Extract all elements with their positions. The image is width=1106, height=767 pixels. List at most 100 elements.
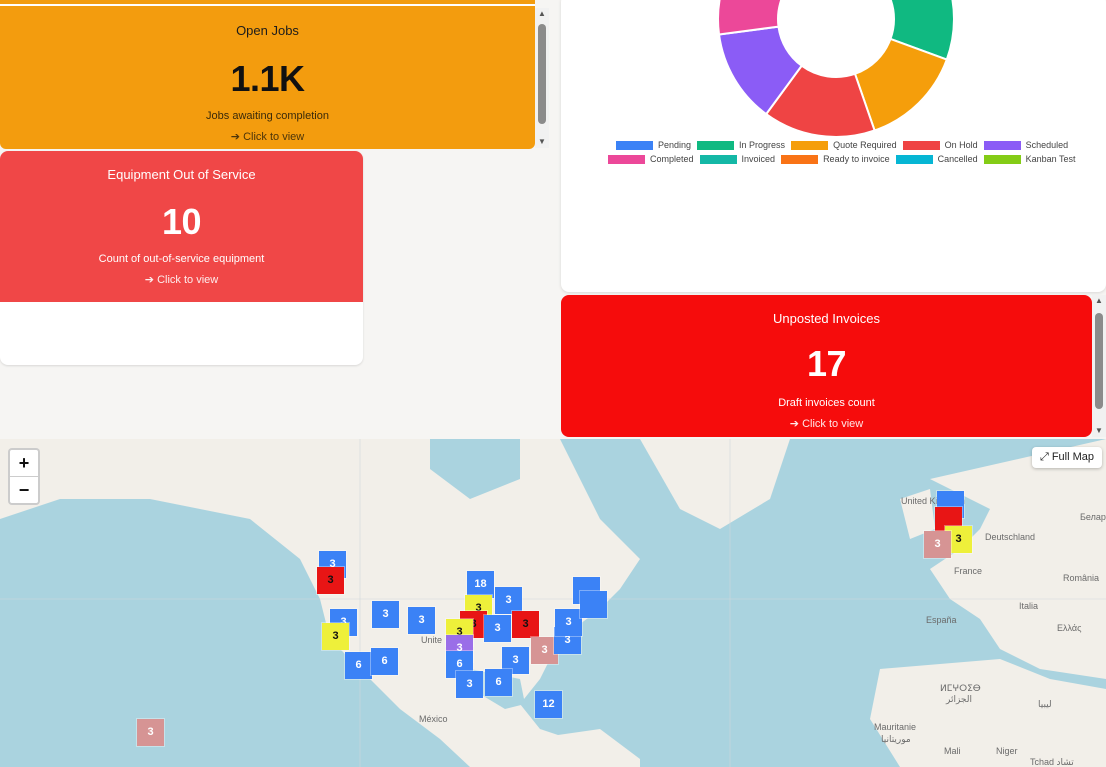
map-label: ⵍⵎⵖⵔⵉⴱ bbox=[940, 683, 981, 693]
open-jobs-link[interactable]: ➔ Click to view bbox=[0, 130, 535, 143]
equipment-card[interactable]: Equipment Out of Service 10 Count of out… bbox=[0, 151, 363, 302]
legend-item-pending[interactable]: Pending bbox=[616, 140, 691, 150]
legend-label: Scheduled bbox=[1025, 140, 1069, 150]
equipment-subtitle: Count of out-of-service equipment bbox=[98, 253, 265, 265]
legend-swatch bbox=[616, 140, 653, 150]
legend-label: Completed bbox=[650, 154, 694, 164]
legend-label: Invoiced bbox=[741, 154, 776, 164]
map-marker[interactable]: 3 bbox=[512, 611, 539, 638]
scrollbar-thumb[interactable] bbox=[1095, 313, 1103, 409]
legend-item-completed[interactable]: Completed bbox=[608, 154, 694, 164]
map-label: España bbox=[926, 615, 957, 625]
job-status-donut-chart bbox=[717, 0, 955, 138]
map-marker[interactable]: 3 bbox=[408, 607, 435, 634]
zoom-in-button[interactable]: + bbox=[10, 450, 38, 477]
map-marker[interactable]: 6 bbox=[485, 669, 512, 696]
jobs-map[interactable]: United Kingdom Deutschland France Români… bbox=[0, 439, 1106, 767]
legend-item-quote-required[interactable]: Quote Required bbox=[791, 140, 897, 150]
equipment-link[interactable]: ➔ Click to view bbox=[0, 273, 363, 286]
open-jobs-value: 1.1K bbox=[230, 58, 305, 99]
legend-swatch bbox=[781, 154, 819, 164]
map-marker[interactable] bbox=[580, 591, 607, 618]
arrow-right-icon: ➔ bbox=[144, 274, 158, 286]
map-marker[interactable]: 3 bbox=[372, 601, 399, 628]
legend-label: On Hold bbox=[944, 140, 978, 150]
full-map-label: Full Map bbox=[1051, 451, 1094, 463]
map-marker[interactable]: 3 bbox=[484, 615, 511, 642]
map-marker[interactable]: 18 bbox=[467, 571, 494, 598]
legend-label: Cancelled bbox=[937, 154, 978, 164]
legend-item-scheduled[interactable]: Scheduled bbox=[983, 140, 1069, 150]
legend-label: Quote Required bbox=[833, 140, 897, 150]
open-jobs-card[interactable]: Open Jobs 1.1K Jobs awaiting completion … bbox=[0, 6, 535, 149]
map-label: Italia bbox=[1019, 601, 1039, 611]
equipment-link-label: Click to view bbox=[157, 274, 219, 286]
unposted-subtitle: Draft invoices count bbox=[778, 397, 875, 409]
map-marker[interactable]: 3 bbox=[924, 531, 951, 558]
open-jobs-title: Open Jobs bbox=[236, 23, 299, 38]
scroll-up-icon[interactable]: ▲ bbox=[1092, 295, 1106, 307]
map-label: France bbox=[954, 566, 983, 576]
arrow-right-icon: ➔ bbox=[789, 418, 803, 430]
scrollbar-thumb[interactable] bbox=[538, 24, 546, 124]
map-marker[interactable]: 3 bbox=[456, 671, 483, 698]
map-label: Беларусь bbox=[1080, 512, 1106, 522]
legend-swatch bbox=[983, 140, 1021, 150]
legend-swatch bbox=[699, 154, 737, 164]
map-label: Niger bbox=[996, 746, 1018, 756]
legend-item-kanban-test[interactable]: Kanban Test bbox=[983, 154, 1076, 164]
unposted-value: 17 bbox=[806, 343, 847, 384]
legend-label: Ready to invoice bbox=[823, 154, 890, 164]
map-label: Unite bbox=[421, 635, 443, 645]
map-marker[interactable]: 3 bbox=[322, 623, 349, 650]
map-label: الجزائر bbox=[946, 694, 972, 704]
job-status-chart-panel: Pending In Progress Quote Required On Hold S… bbox=[561, 0, 1106, 292]
map-label: México bbox=[419, 714, 448, 724]
map-label: Tchad تشاد bbox=[1030, 757, 1074, 767]
map-marker[interactable]: 3 bbox=[317, 567, 344, 594]
legend-label: Kanban Test bbox=[1025, 154, 1076, 164]
legend-item-invoiced[interactable]: Invoiced bbox=[699, 154, 776, 164]
legend-item-ready-to-invoice[interactable]: Ready to invoice bbox=[781, 154, 890, 164]
expand-icon: ⤢ bbox=[1039, 451, 1052, 463]
map-label: Mauritanie bbox=[874, 722, 917, 732]
map-label: România bbox=[1063, 573, 1100, 583]
equipment-value: 10 bbox=[161, 201, 202, 242]
legend-swatch bbox=[608, 154, 645, 164]
scroll-up-icon[interactable]: ▲ bbox=[535, 8, 549, 20]
legend-row-1: Pending In Progress Quote Required On Hold S… bbox=[616, 140, 1074, 150]
map-marker[interactable]: 12 bbox=[535, 691, 562, 718]
arrow-right-icon: ➔ bbox=[230, 131, 244, 143]
map-label: موريتانيا bbox=[881, 734, 911, 744]
legend-swatch bbox=[791, 140, 829, 150]
unposted-link[interactable]: ➔ Click to view bbox=[561, 417, 1092, 430]
legend-swatch bbox=[983, 154, 1021, 164]
map-label: Deutschland bbox=[985, 532, 1036, 542]
unposted-title: Unposted Invoices bbox=[773, 311, 880, 326]
legend-item-cancelled[interactable]: Cancelled bbox=[895, 154, 978, 164]
map-marker[interactable]: 6 bbox=[371, 648, 398, 675]
open-jobs-scrollbar[interactable]: ▲ ▼ bbox=[535, 8, 549, 148]
unposted-invoices-card[interactable]: Unposted Invoices 17 Draft invoices coun… bbox=[561, 295, 1092, 437]
map-label: Ελλάς bbox=[1057, 623, 1082, 633]
map-marker[interactable]: 3 bbox=[137, 719, 164, 746]
open-jobs-link-label: Click to view bbox=[243, 131, 305, 143]
legend-swatch bbox=[895, 154, 933, 164]
map-marker[interactable]: 3 bbox=[555, 609, 582, 636]
full-map-button[interactable]: ⤢ Full Map bbox=[1031, 447, 1102, 468]
map-marker[interactable]: 3 bbox=[495, 587, 522, 614]
map-label: Mali bbox=[944, 746, 961, 756]
zoom-out-button[interactable]: − bbox=[10, 477, 38, 503]
legend-row-2: Completed Invoiced Ready to invoice Cancell… bbox=[608, 154, 1082, 164]
open-jobs-subtitle: Jobs awaiting completion bbox=[206, 110, 329, 122]
unposted-link-label: Click to view bbox=[802, 418, 864, 430]
map-zoom-control: + − bbox=[8, 448, 40, 505]
scroll-down-icon[interactable]: ▼ bbox=[535, 136, 549, 148]
unposted-scrollbar[interactable]: ▲ ▼ bbox=[1092, 295, 1106, 437]
scroll-down-icon[interactable]: ▼ bbox=[1092, 425, 1106, 437]
legend-item-in-progress[interactable]: In Progress bbox=[697, 140, 785, 150]
map-marker[interactable]: 6 bbox=[345, 652, 372, 679]
map-label: ليبيا bbox=[1038, 699, 1052, 709]
legend-label: In Progress bbox=[739, 140, 786, 150]
legend-item-on-hold[interactable]: On Hold bbox=[902, 140, 978, 150]
